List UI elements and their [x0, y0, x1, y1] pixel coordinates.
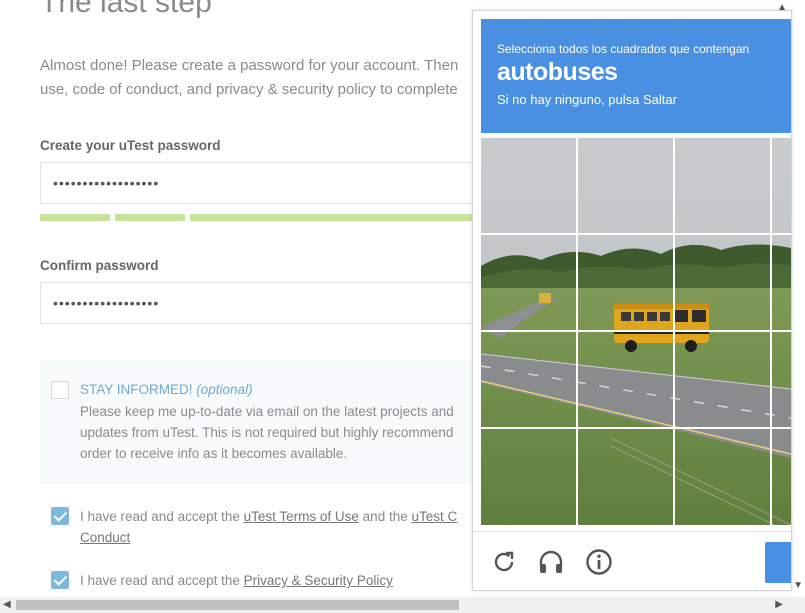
captcha-image-grid [481, 138, 791, 525]
captcha-tile[interactable] [481, 429, 576, 525]
captcha-tile[interactable] [772, 138, 791, 233]
optional-tag: (optional) [196, 382, 253, 397]
reload-icon[interactable] [489, 547, 519, 577]
strength-segment [40, 214, 110, 221]
captcha-tile[interactable] [578, 332, 673, 427]
captcha-tile[interactable] [675, 235, 770, 330]
captcha-tile[interactable] [675, 332, 770, 427]
captcha-tile[interactable] [675, 138, 770, 233]
captcha-tile[interactable] [578, 429, 673, 525]
privacy-prefix: I have read and accept the [80, 573, 244, 588]
description-line: order to receive info as it becomes avai… [80, 446, 348, 461]
intro-text: Almost done! Please create a password fo… [40, 54, 480, 102]
page-title: The last step [40, 0, 212, 19]
captcha-skip-hint: Si no hay ninguno, pulsa Saltar [497, 92, 677, 107]
stay-informed-description: Please keep me up-to-date via email on t… [80, 401, 454, 464]
horizontal-scrollbar[interactable]: ◀ ▶ [0, 597, 805, 613]
captcha-tile[interactable] [675, 429, 770, 525]
scrollbar-thumb[interactable] [16, 600, 459, 610]
description-line: updates from uTest. This is not required… [80, 425, 454, 440]
captcha-tile[interactable] [772, 235, 791, 330]
code-of-conduct-link[interactable]: uTest C [411, 509, 457, 524]
terms-checkbox[interactable] [51, 507, 69, 525]
scroll-right-arrow-icon[interactable]: ▶ [775, 599, 783, 610]
grid-divider [481, 427, 791, 429]
headphones-icon[interactable] [536, 547, 566, 577]
captcha-target: autobuses [497, 58, 618, 86]
grid-divider [481, 330, 791, 332]
confirm-password-label: Confirm password [40, 258, 159, 273]
captcha-tile[interactable] [772, 332, 791, 427]
captcha-footer [473, 531, 791, 590]
intro-line: Almost done! Please create a password fo… [40, 57, 459, 74]
privacy-agreement: I have read and accept the Privacy & Sec… [80, 570, 393, 591]
terms-agreement-line2: Conduct [80, 527, 130, 548]
privacy-policy-link[interactable]: Privacy & Security Policy [244, 573, 393, 588]
code-of-conduct-link-cont[interactable]: Conduct [80, 530, 130, 545]
captcha-tile[interactable] [578, 138, 673, 233]
captcha-challenge-dialog: Selecciona todos los cuadrados que conte… [472, 10, 792, 591]
strength-segment [190, 214, 480, 221]
scroll-left-arrow-icon[interactable]: ◀ [3, 599, 11, 610]
captcha-tile[interactable] [481, 235, 576, 330]
stay-informed-checkbox[interactable] [51, 381, 69, 399]
terms-of-use-link[interactable]: uTest Terms of Use [244, 509, 359, 524]
password-field[interactable] [40, 162, 500, 204]
stay-informed-heading: STAY INFORMED! [80, 382, 193, 397]
description-line: Please keep me up-to-date via email on t… [80, 404, 454, 419]
terms-middle: and the [358, 509, 412, 524]
scroll-down-arrow-icon[interactable]: ▼ [793, 580, 803, 591]
password-label: Create your uTest password [40, 138, 221, 153]
terms-prefix: I have read and accept the [80, 509, 244, 524]
stay-informed-title: STAY INFORMED! (optional) [80, 382, 253, 397]
verify-button[interactable] [765, 542, 791, 583]
intro-line: use, code of conduct, and privacy & secu… [40, 81, 458, 98]
captcha-tile[interactable] [578, 235, 673, 330]
captcha-header: Selecciona todos los cuadrados que conte… [481, 19, 791, 133]
privacy-checkbox[interactable] [51, 571, 69, 589]
terms-agreement: I have read and accept the uTest Terms o… [80, 506, 457, 527]
password-strength-meter [40, 214, 480, 221]
captcha-tile[interactable] [481, 332, 576, 427]
confirm-password-field[interactable] [40, 282, 500, 324]
strength-segment [115, 214, 185, 221]
info-icon[interactable] [584, 547, 614, 577]
captcha-tile[interactable] [772, 429, 791, 525]
captcha-tile[interactable] [481, 138, 576, 233]
captcha-instruction: Selecciona todos los cuadrados que conte… [497, 42, 750, 56]
grid-divider [481, 233, 791, 235]
